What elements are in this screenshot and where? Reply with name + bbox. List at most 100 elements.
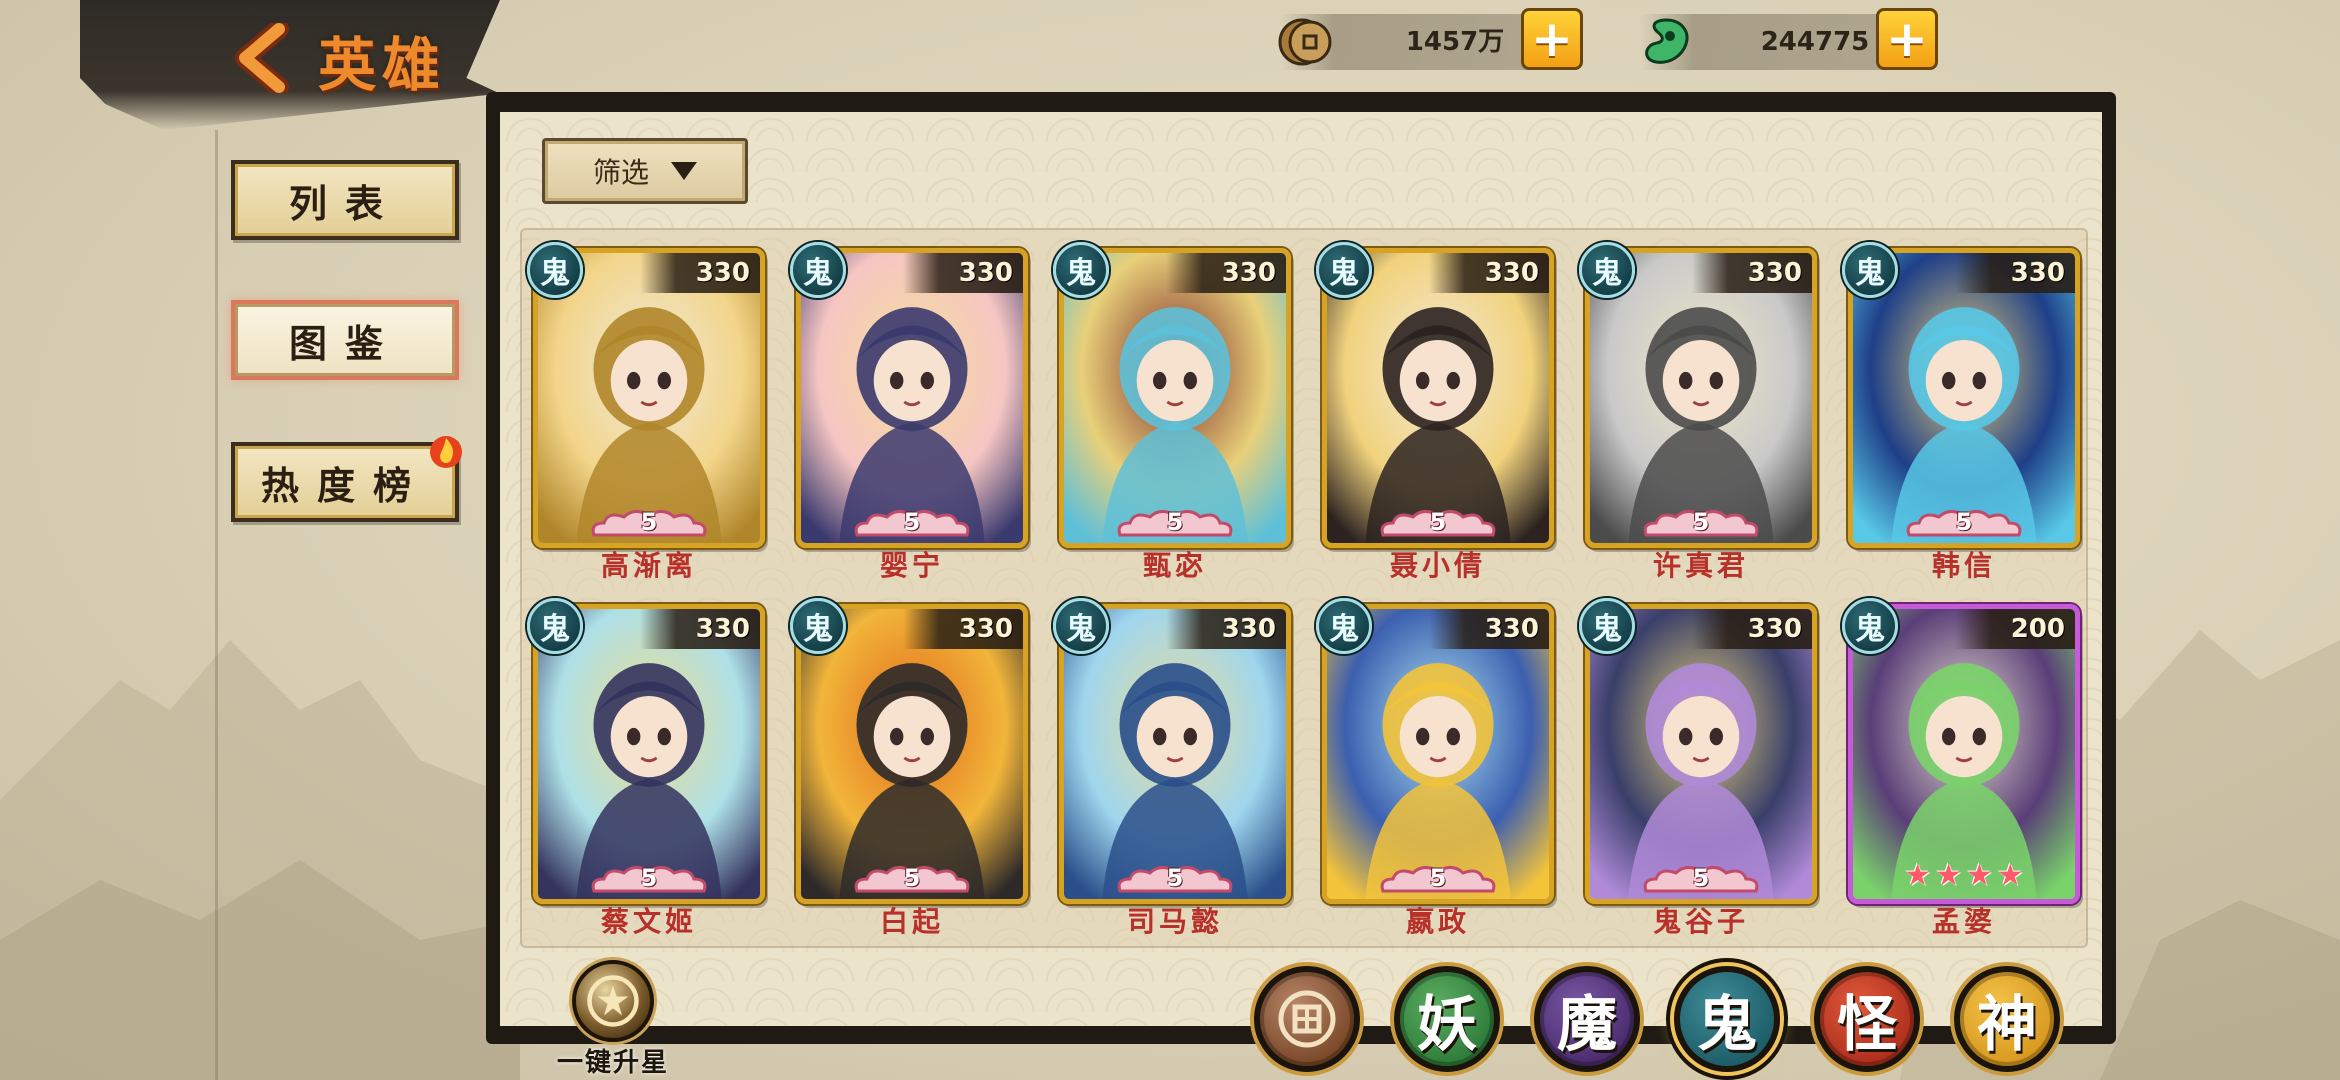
hero-name: 孟婆: [1931, 905, 1996, 938]
hero-card[interactable]: 330 5 鬼嬴政: [1316, 598, 1554, 940]
faction-badge: 鬼: [527, 598, 583, 654]
hero-power: 330: [1692, 609, 1812, 649]
star-icon: ★: [1935, 858, 1962, 893]
hero-name: 蔡文姬: [600, 905, 697, 938]
hero-name: 白起: [879, 905, 944, 938]
hero-portrait: [1064, 253, 1286, 543]
hero-card[interactable]: 200 ★ ★ ★ ★ 鬼孟婆: [1842, 598, 2080, 940]
hero-card[interactable]: 330 5 鬼甄宓: [1053, 242, 1291, 584]
hero-card[interactable]: 330 5 鬼聂小倩: [1316, 242, 1554, 584]
star-level: 5: [903, 864, 921, 892]
jade-icon: [1645, 18, 1689, 64]
triangle-down-icon: [671, 162, 697, 180]
hero-portrait: [1064, 609, 1286, 899]
hero-name: 聂小倩: [1389, 549, 1486, 582]
faction-badge: 鬼: [1579, 598, 1635, 654]
sidebar: 列表 图鉴 热度榜: [215, 130, 465, 1080]
page-title: 英雄: [318, 31, 447, 99]
hero-power: 330: [640, 609, 760, 649]
star-level: 5: [1166, 508, 1184, 536]
hero-card[interactable]: 330 5 鬼婴宁: [790, 242, 1028, 584]
hero-name: 韩信: [1931, 549, 1996, 582]
hero-name: 婴宁: [879, 549, 944, 582]
faction-badge: 鬼: [1316, 598, 1372, 654]
tab-mo[interactable]: 魔: [1534, 966, 1640, 1072]
hero-portrait: [1590, 253, 1812, 543]
hero-power: 330: [903, 609, 1023, 649]
hero-portrait: [801, 609, 1023, 899]
hero-name: 高渐离: [600, 549, 697, 582]
star-level: 5: [1429, 508, 1447, 536]
hero-portrait: [538, 253, 760, 543]
hero-power: 330: [1955, 253, 2075, 293]
hero-name: 许真君: [1652, 549, 1749, 582]
tab-guai[interactable]: 怪: [1814, 966, 1920, 1072]
tab-shen[interactable]: 神: [1954, 966, 2060, 1072]
tab-all-factions[interactable]: [1254, 966, 1360, 1072]
star-level: 5: [640, 508, 658, 536]
sidebar-item-list[interactable]: 列表: [231, 160, 459, 240]
add-jade-button[interactable]: +: [1876, 8, 1938, 70]
filter-dropdown[interactable]: 筛选: [542, 138, 748, 204]
star-rating: ★ ★ ★ ★: [1904, 858, 2024, 893]
star-icon: ★: [1966, 858, 1993, 893]
faction-badge: 鬼: [1842, 242, 1898, 298]
faction-badge: 鬼: [790, 598, 846, 654]
hero-power: 330: [640, 253, 760, 293]
fire-icon: [430, 436, 462, 468]
hero-name: 甄宓: [1142, 549, 1207, 582]
tab-gui[interactable]: 鬼: [1674, 966, 1780, 1072]
hero-card[interactable]: 330 5 鬼鬼谷子: [1579, 598, 1817, 940]
star-level: 5: [1955, 508, 1973, 536]
faction-badge: 鬼: [790, 242, 846, 298]
star-level: 5: [1166, 864, 1184, 892]
hero-card[interactable]: 330 5 鬼高渐离: [527, 242, 765, 584]
faction-badge: 鬼: [1316, 242, 1372, 298]
star-level: 5: [1692, 508, 1710, 536]
star-level: 5: [1692, 864, 1710, 892]
hero-card[interactable]: 330 5 鬼蔡文姬: [527, 598, 765, 940]
hero-name: 嬴政: [1405, 905, 1470, 938]
upstar-label: 一键升星: [556, 1048, 669, 1078]
hero-name: 鬼谷子: [1652, 905, 1749, 938]
faction-badge: 鬼: [1053, 242, 1109, 298]
back-button[interactable]: [218, 18, 308, 98]
hero-power: 330: [1429, 253, 1549, 293]
add-coins-button[interactable]: +: [1521, 8, 1583, 70]
star-level: 5: [1429, 864, 1447, 892]
star-level: 5: [903, 508, 921, 536]
hero-portrait: [1327, 609, 1549, 899]
faction-badge: 鬼: [1842, 598, 1898, 654]
hero-power: 200: [1955, 609, 2075, 649]
hero-card[interactable]: 330 5 鬼韩信: [1842, 242, 2080, 584]
hero-portrait: [1327, 253, 1549, 543]
hero-portrait: [1590, 609, 1812, 899]
star-icon: ★: [1996, 858, 2024, 893]
tab-yao[interactable]: 妖: [1394, 966, 1500, 1072]
star-icon: ★: [1904, 858, 1932, 893]
hero-portrait: [1853, 253, 2075, 543]
hero-portrait: [1853, 609, 2075, 899]
star-upgrade-icon: [572, 960, 654, 1042]
coin-icon: [1278, 18, 1332, 66]
one-key-upstar-button[interactable]: 一键升星: [548, 960, 678, 1078]
hero-power: 330: [1429, 609, 1549, 649]
hero-portrait: [538, 609, 760, 899]
chevron-left-icon: [235, 23, 289, 93]
faction-badge: 鬼: [1053, 598, 1109, 654]
hero-card[interactable]: 330 5 鬼白起: [790, 598, 1028, 940]
hero-power: 330: [1166, 609, 1286, 649]
filter-label: 筛选: [592, 156, 649, 189]
all-factions-icon: [1278, 990, 1336, 1048]
faction-badge: 鬼: [1579, 242, 1635, 298]
hero-power: 330: [1692, 253, 1812, 293]
sidebar-item-popularity[interactable]: 热度榜: [231, 436, 462, 522]
hero-power: 330: [1166, 253, 1286, 293]
hero-card[interactable]: 330 5 鬼司马懿: [1053, 598, 1291, 940]
sidebar-item-label: 热度榜: [260, 462, 429, 508]
hero-portrait: [801, 253, 1023, 543]
hero-power: 330: [903, 253, 1023, 293]
faction-badge: 鬼: [527, 242, 583, 298]
hero-card[interactable]: 330 5 鬼许真君: [1579, 242, 1817, 584]
sidebar-item-codex[interactable]: 图鉴: [231, 300, 459, 380]
